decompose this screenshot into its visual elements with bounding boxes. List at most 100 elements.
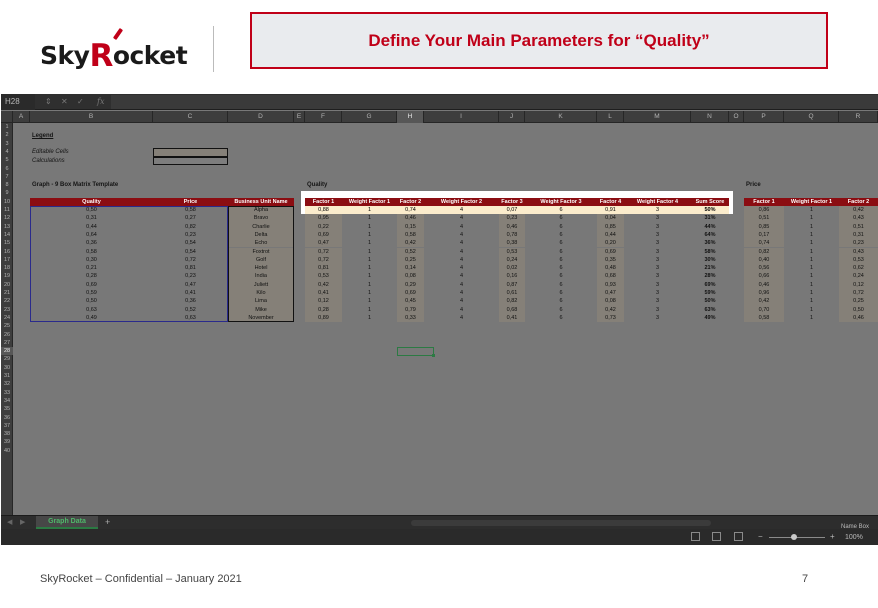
column-header-p[interactable]: P	[744, 111, 784, 123]
quality-cell[interactable]: 3	[624, 314, 691, 322]
quality-cell[interactable]: 1	[342, 256, 397, 264]
quality-cell[interactable]: 1	[342, 297, 397, 305]
formula-input[interactable]	[111, 95, 878, 109]
quality-cell[interactable]: 0,20	[597, 239, 624, 248]
price-cell[interactable]: 0,51	[744, 214, 784, 223]
price-cell[interactable]: 0,66	[744, 272, 784, 281]
quality-cell[interactable]: 0,07	[499, 206, 525, 215]
cancel-icon[interactable]: ✕	[61, 96, 68, 108]
quality-cell[interactable]: 0,42	[305, 280, 342, 289]
quality-cell[interactable]: 4	[424, 206, 499, 215]
row-header-23[interactable]: 23	[1, 306, 13, 314]
price-cell[interactable]: 0,25	[839, 297, 878, 306]
quality-cell[interactable]: 6	[525, 314, 597, 322]
row-header-32[interactable]: 32	[1, 380, 13, 388]
quality-cell[interactable]: 3	[624, 231, 691, 239]
quality-cell[interactable]: 1	[342, 272, 397, 280]
quality-cell[interactable]: 0,14	[397, 264, 424, 273]
row-header-7[interactable]: 7	[1, 173, 13, 181]
price-cell[interactable]: 1	[784, 289, 839, 297]
quality-cell[interactable]: 0,33	[397, 313, 424, 323]
price-cell[interactable]: 1	[784, 314, 839, 322]
price-cell[interactable]: 0,85	[744, 222, 784, 231]
price-cell[interactable]: 1	[784, 272, 839, 280]
row-header-18[interactable]: 18	[1, 264, 13, 272]
quality-cell[interactable]: 0,88	[305, 206, 342, 215]
row-header-29[interactable]: 29	[1, 355, 13, 363]
row-header-9[interactable]: 9	[1, 189, 13, 197]
quality-cell[interactable]: 0,41	[305, 289, 342, 298]
column-header-h[interactable]: H	[397, 111, 424, 123]
price-cell[interactable]: 0,42	[744, 297, 784, 306]
quality-cell[interactable]: 6	[525, 256, 597, 264]
row-header-31[interactable]: 31	[1, 372, 13, 380]
row-header-39[interactable]: 39	[1, 438, 13, 446]
quality-cell[interactable]: 0,22	[305, 222, 342, 231]
selected-cell-h28[interactable]	[397, 347, 435, 358]
quality-cell[interactable]: 4	[424, 239, 499, 247]
quality-cell[interactable]: 0,53	[499, 247, 525, 256]
row-header-38[interactable]: 38	[1, 430, 13, 438]
quality-cell[interactable]: 0,74	[397, 206, 424, 215]
quality-cell[interactable]: 0,87	[499, 280, 525, 289]
price-cell[interactable]: 0,72	[839, 289, 878, 298]
row-header-16[interactable]: 16	[1, 248, 13, 256]
price-cell[interactable]: 1	[784, 206, 839, 214]
row-header-22[interactable]: 22	[1, 297, 13, 305]
sheet-tab-graph-data[interactable]: Graph Data	[36, 516, 98, 529]
column-header-n[interactable]: N	[691, 111, 729, 123]
name-box-stepper-icon[interactable]: ⇕	[45, 96, 52, 108]
quality-cell[interactable]: 44%	[691, 223, 729, 231]
row-header-11[interactable]: 11	[1, 206, 13, 214]
tab-scroll-left-icon[interactable]: ◀	[7, 518, 12, 528]
fill-handle[interactable]	[432, 354, 435, 358]
name-box[interactable]: H28	[1, 94, 35, 110]
normal-view-icon[interactable]	[691, 532, 700, 541]
quality-cell[interactable]: 0,68	[499, 305, 525, 314]
quality-cell[interactable]: 0,69	[397, 289, 424, 298]
quality-cell[interactable]: 0,72	[305, 255, 342, 265]
column-header-b[interactable]: B	[30, 111, 153, 123]
column-header-a[interactable]: A	[13, 111, 30, 123]
column-header-c[interactable]: C	[153, 111, 228, 123]
row-header-30[interactable]: 30	[1, 364, 13, 372]
quality-cell[interactable]: 0,78	[499, 230, 525, 240]
row-header-4[interactable]: 4	[1, 148, 13, 156]
quality-cell[interactable]: 6	[525, 289, 597, 297]
price-cell[interactable]: 1	[784, 248, 839, 256]
quality-cell[interactable]: 0,89	[305, 313, 342, 323]
quality-cell[interactable]: 3	[624, 223, 691, 231]
zoom-in-button[interactable]: +	[830, 532, 835, 541]
column-header-j[interactable]: J	[499, 111, 525, 123]
row-header-12[interactable]: 12	[1, 214, 13, 222]
quality-cell[interactable]: 69%	[691, 281, 729, 289]
quality-cell[interactable]: 21%	[691, 264, 729, 272]
price-cell[interactable]: 0,42	[839, 206, 878, 215]
column-header-m[interactable]: M	[624, 111, 691, 123]
column-header-r[interactable]: R	[839, 111, 878, 123]
tab-scroll-right-icon[interactable]: ▶	[20, 518, 25, 528]
row-header-26[interactable]: 26	[1, 331, 13, 339]
row-header-36[interactable]: 36	[1, 414, 13, 422]
quality-cell[interactable]: 0,08	[397, 272, 424, 281]
quality-cell[interactable]: 0,28	[305, 305, 342, 314]
zoom-out-button[interactable]: −	[758, 532, 763, 541]
column-header-i[interactable]: I	[424, 111, 499, 123]
quality-cell[interactable]: 49%	[691, 314, 729, 322]
row-header-6[interactable]: 6	[1, 165, 13, 173]
price-cell[interactable]: 0,40	[744, 255, 784, 265]
quality-cell[interactable]: 6	[525, 264, 597, 272]
price-cell[interactable]: 1	[784, 306, 839, 314]
quality-cell[interactable]: 58%	[691, 248, 729, 256]
price-cell[interactable]: 0,86	[744, 206, 784, 215]
price-cell[interactable]: 0,46	[839, 313, 878, 323]
quality-cell[interactable]: 6	[525, 272, 597, 280]
quality-cell[interactable]: 6	[525, 248, 597, 256]
row-header-15[interactable]: 15	[1, 239, 13, 247]
quality-cell[interactable]: 1	[342, 264, 397, 272]
price-cell[interactable]: 0,96	[744, 289, 784, 298]
quality-cell[interactable]: 0,81	[305, 264, 342, 273]
column-header-l[interactable]: L	[597, 111, 624, 123]
quality-cell[interactable]: 0,25	[397, 255, 424, 265]
quality-cell[interactable]: 4	[424, 306, 499, 314]
